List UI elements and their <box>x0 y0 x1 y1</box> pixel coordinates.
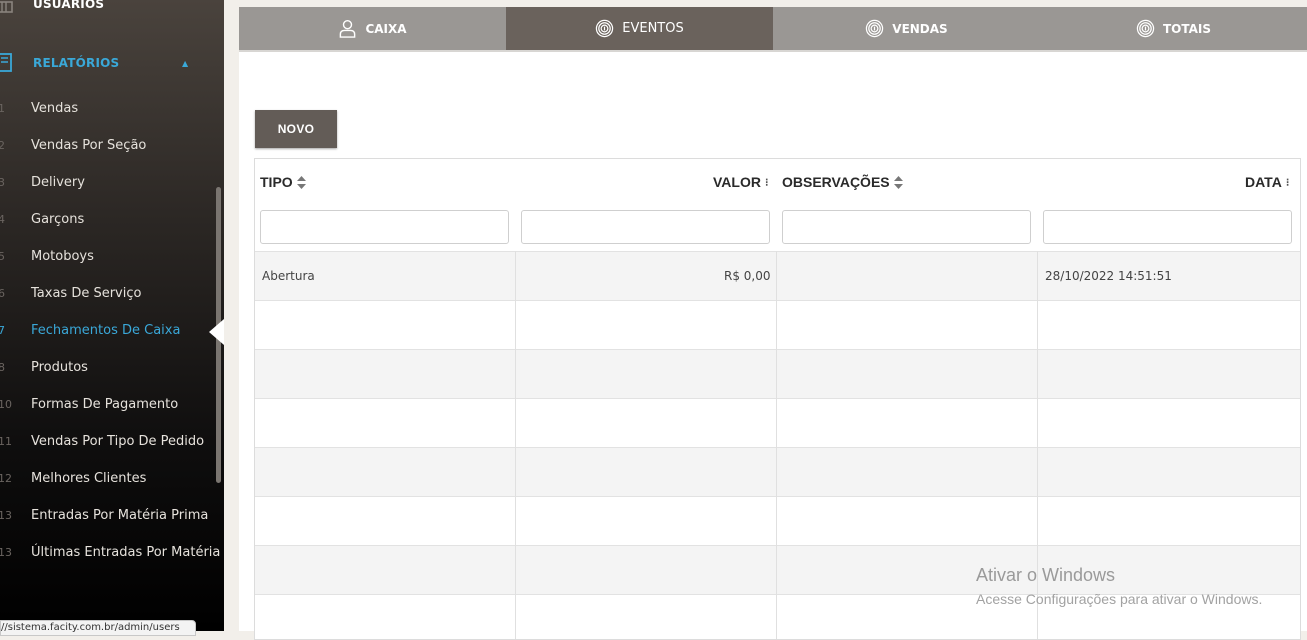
fingerprint-icon <box>596 19 614 38</box>
tab-bar: CAIXA EVENTOS VENDAS TOTAIS <box>239 7 1307 50</box>
fingerprint-icon <box>866 19 884 38</box>
sidebar-item-vendas[interactable]: 1 Vendas <box>0 100 224 122</box>
column-header-label: DATA <box>1245 174 1282 190</box>
sidebar-item-number: 10 <box>0 398 12 411</box>
users-icon <box>0 1 13 13</box>
table-row <box>255 496 1300 546</box>
table-row <box>255 300 1300 350</box>
sidebar-item-formas-de-pagamento[interactable]: 10 Formas De Pagamento <box>0 396 224 418</box>
tab-divider <box>239 50 1307 52</box>
sidebar-item-ultimas-entradas[interactable]: 13 Últimas Entradas Por Matéria Prima <box>0 544 224 566</box>
sidebar-item-vendas-por-tipo-de-pedido[interactable]: 11 Vendas Por Tipo De Pedido <box>0 433 224 455</box>
sidebar-item-number: 6 <box>0 287 5 300</box>
main-panel: CAIXA EVENTOS VENDAS TOTAIS NOVO TIPO VA… <box>239 7 1307 640</box>
sidebar-item-melhores-clientes[interactable]: 12 Melhores Clientes <box>0 470 224 492</box>
table-row <box>255 447 1300 497</box>
column-header-label: VALOR <box>713 174 761 190</box>
tab-caixa-label: CAIXA <box>365 21 407 36</box>
tab-vendas-label: VENDAS <box>892 21 948 36</box>
sidebar-item-number: 4 <box>0 213 5 226</box>
sidebar-item-number: 5 <box>0 250 5 263</box>
cell-data: 28/10/2022 14:51:51 <box>1045 269 1172 283</box>
sidebar-item-number: 11 <box>0 435 12 448</box>
column-divider <box>776 251 777 639</box>
cell-tipo: Abertura <box>262 269 315 283</box>
sidebar-item-label: Garçons <box>31 212 85 227</box>
sidebar-item-motoboys[interactable]: 5 Motoboys <box>0 248 224 270</box>
sidebar-item-label: Motoboys <box>31 249 94 264</box>
sidebar-item-garcons[interactable]: 4 Garçons <box>0 211 224 233</box>
sort-icon[interactable] <box>296 175 306 189</box>
browser-status-url: //sistema.facity.com.br/admin/users <box>0 620 196 636</box>
sidebar-item-produtos[interactable]: 8 Produtos <box>0 359 224 381</box>
windows-activation-title: Ativar o Windows <box>976 565 1116 585</box>
sidebar-item-label: Taxas De Serviço <box>31 286 142 301</box>
tab-caixa[interactable]: CAIXA <box>239 7 506 50</box>
cell-valor: R$ 0,00 <box>724 269 771 283</box>
sidebar-item-number: 1 <box>0 102 5 115</box>
book-icon <box>0 53 12 72</box>
sidebar-item-number: 7 <box>0 324 5 337</box>
column-header-tipo[interactable]: TIPO <box>260 174 306 190</box>
sidebar-item-label: Delivery <box>31 175 85 190</box>
sidebar-item-number: 13 <box>0 509 12 522</box>
filter-observacoes-input[interactable] <box>782 210 1031 244</box>
sidebar-section-users-label: USUÁRIOS <box>33 0 105 11</box>
user-icon <box>340 19 356 38</box>
column-divider <box>515 251 516 639</box>
sidebar-item-label: Formas De Pagamento <box>31 397 179 412</box>
table-row[interactable]: Abertura R$ 0,00 28/10/2022 14:51:51 <box>255 251 1300 301</box>
sort-icon[interactable] <box>893 175 903 189</box>
sidebar-item-fechamentos-de-caixa[interactable]: 7 Fechamentos De Caixa <box>0 322 224 344</box>
active-item-pointer <box>209 319 224 345</box>
filter-data-input[interactable] <box>1043 210 1292 244</box>
filter-valor-input[interactable] <box>521 210 770 244</box>
chevron-up-icon[interactable]: ▲ <box>182 59 188 68</box>
sidebar-item-label: Entradas Por Matéria Prima <box>31 508 209 523</box>
sidebar-item-number: 3 <box>0 176 5 189</box>
sidebar-item-number: 13 <box>0 546 12 559</box>
tab-eventos[interactable]: EVENTOS <box>506 7 773 50</box>
sidebar-item-delivery[interactable]: 3 Delivery <box>0 174 224 196</box>
table-row <box>255 349 1300 399</box>
sidebar-item-number: 8 <box>0 361 5 374</box>
sidebar-item-number: 12 <box>0 472 12 485</box>
sidebar-item-label: Vendas Por Seção <box>31 138 147 153</box>
column-menu-icon[interactable]: ⁝ <box>765 176 769 189</box>
events-table: TIPO VALOR ⁝ OBSERVAÇÕES DATA ⁝ Abertura <box>254 158 1301 640</box>
column-header-data[interactable]: DATA ⁝ <box>1245 174 1289 190</box>
table-row <box>255 398 1300 448</box>
sidebar-item-vendas-por-secao[interactable]: 2 Vendas Por Seção <box>0 137 224 159</box>
windows-activation-text: Acesse Configurações para ativar o Windo… <box>976 591 1263 607</box>
sidebar-item-number: 2 <box>0 139 5 152</box>
filter-tipo-input[interactable] <box>260 210 509 244</box>
sidebar: USUÁRIOS RELATÓRIOS ▲ 1 Vendas 2 Vendas … <box>0 0 224 631</box>
tab-vendas[interactable]: VENDAS <box>773 7 1040 50</box>
sidebar-item-label: Vendas <box>31 101 79 116</box>
sidebar-item-label: Vendas Por Tipo De Pedido <box>31 434 205 449</box>
new-button[interactable]: NOVO <box>255 110 337 148</box>
column-menu-icon[interactable]: ⁝ <box>1286 176 1290 189</box>
column-header-label: OBSERVAÇÕES <box>782 174 890 190</box>
sidebar-item-label: Fechamentos De Caixa <box>31 323 181 338</box>
table-row <box>255 545 1300 595</box>
tab-totais-label: TOTAIS <box>1162 21 1212 36</box>
column-header-label: TIPO <box>260 174 293 190</box>
sidebar-item-taxas-de-servico[interactable]: 6 Taxas De Serviço <box>0 285 224 307</box>
tab-totais[interactable]: TOTAIS <box>1040 7 1307 50</box>
sidebar-section-reports-label: RELATÓRIOS <box>33 56 120 70</box>
column-header-valor[interactable]: VALOR ⁝ <box>713 174 768 190</box>
fingerprint-icon <box>1136 19 1155 38</box>
sidebar-item-label: Produtos <box>31 360 88 375</box>
sidebar-item-label: Melhores Clientes <box>31 471 147 486</box>
sidebar-item-entradas-por-materia-prima[interactable]: 13 Entradas Por Matéria Prima <box>0 507 224 529</box>
column-header-observacoes[interactable]: OBSERVAÇÕES <box>782 174 903 190</box>
tab-eventos-label: EVENTOS <box>622 21 684 36</box>
sidebar-item-label: Últimas Entradas Por Matéria Prima <box>31 545 224 560</box>
